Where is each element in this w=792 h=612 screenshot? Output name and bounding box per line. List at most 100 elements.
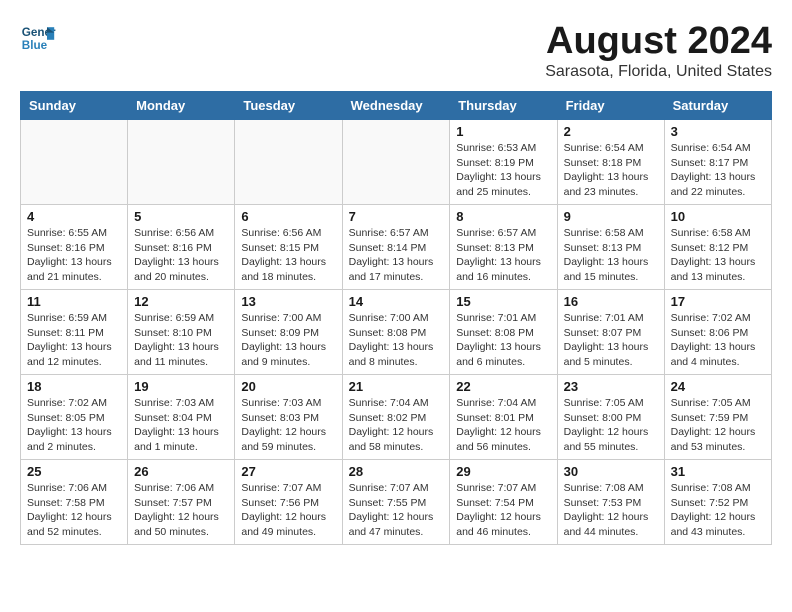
day-info: Sunrise: 7:01 AM Sunset: 8:08 PM Dayligh… — [456, 311, 550, 370]
day-info: Sunrise: 6:57 AM Sunset: 8:13 PM Dayligh… — [456, 226, 550, 285]
calendar-cell: 12Sunrise: 6:59 AM Sunset: 8:10 PM Dayli… — [128, 290, 235, 375]
calendar-table: SundayMondayTuesdayWednesdayThursdayFrid… — [20, 91, 772, 545]
calendar-cell: 18 Sunrise: 7:02 AM Sunset: 8:05 PM Dayli… — [21, 375, 128, 460]
day-number: 27 — [241, 464, 335, 479]
weekday-header-tuesday: Tuesday — [235, 92, 342, 120]
day-info: Sunrise: 7:04 AM Sunset: 8:01 PM Dayligh… — [456, 396, 550, 455]
week-row-1: 1 Sunrise: 6:53 AM Sunset: 8:19 PM Daylig… — [21, 120, 772, 205]
calendar-cell: 29 Sunrise: 7:07 AM Sunset: 7:54 PM Dayli… — [450, 460, 557, 545]
calendar-cell — [21, 120, 128, 205]
day-number: 17 — [671, 294, 765, 309]
day-number: 7 — [349, 209, 444, 224]
logo-icon: General Blue — [20, 20, 56, 56]
calendar-cell — [128, 120, 235, 205]
day-number: 5 — [134, 209, 228, 224]
calendar-cell: 24 Sunrise: 7:05 AM Sunset: 7:59 PM Dayli… — [664, 375, 771, 460]
calendar-cell: 8 Sunrise: 6:57 AM Sunset: 8:13 PM Daylig… — [450, 205, 557, 290]
day-info: Sunrise: 6:54 AM Sunset: 8:17 PM Dayligh… — [671, 141, 765, 200]
day-info: Sunrise: 7:07 AM Sunset: 7:55 PM Dayligh… — [349, 481, 444, 540]
day-number: 14 — [349, 294, 444, 309]
day-info: Sunrise: 7:06 AM Sunset: 7:57 PM Dayligh… — [134, 481, 228, 540]
calendar-cell: 16Sunrise: 7:01 AM Sunset: 8:07 PM Dayli… — [557, 290, 664, 375]
weekday-header-monday: Monday — [128, 92, 235, 120]
weekday-header-saturday: Saturday — [664, 92, 771, 120]
day-number: 23 — [564, 379, 658, 394]
day-info: Sunrise: 7:07 AM Sunset: 7:54 PM Dayligh… — [456, 481, 550, 540]
calendar-cell — [235, 120, 342, 205]
page-header: General Blue August 2024 Sarasota, Flori… — [20, 20, 772, 81]
calendar-cell: 17 Sunrise: 7:02 AM Sunset: 8:06 PM Dayli… — [664, 290, 771, 375]
day-number: 4 — [27, 209, 121, 224]
day-number: 21 — [349, 379, 444, 394]
day-info: Sunrise: 7:00 AM Sunset: 8:08 PM Dayligh… — [349, 311, 444, 370]
calendar-cell: 25 Sunrise: 7:06 AM Sunset: 7:58 PM Dayli… — [21, 460, 128, 545]
day-info: Sunrise: 7:02 AM Sunset: 8:06 PM Dayligh… — [671, 311, 765, 370]
calendar-cell: 13Sunrise: 7:00 AM Sunset: 8:09 PM Dayli… — [235, 290, 342, 375]
calendar-cell: 11Sunrise: 6:59 AM Sunset: 8:11 PM Dayli… — [21, 290, 128, 375]
calendar-cell: 28 Sunrise: 7:07 AM Sunset: 7:55 PM Dayli… — [342, 460, 450, 545]
week-row-3: 11Sunrise: 6:59 AM Sunset: 8:11 PM Dayli… — [21, 290, 772, 375]
calendar-cell: 7 Sunrise: 6:57 AM Sunset: 8:14 PM Daylig… — [342, 205, 450, 290]
weekday-header-thursday: Thursday — [450, 92, 557, 120]
calendar-cell: 1 Sunrise: 6:53 AM Sunset: 8:19 PM Daylig… — [450, 120, 557, 205]
day-info: Sunrise: 6:56 AM Sunset: 8:15 PM Dayligh… — [241, 226, 335, 285]
weekday-header-row: SundayMondayTuesdayWednesdayThursdayFrid… — [21, 92, 772, 120]
calendar-cell: 19 Sunrise: 7:03 AM Sunset: 8:04 PM Dayli… — [128, 375, 235, 460]
calendar-cell: 26 Sunrise: 7:06 AM Sunset: 7:57 PM Dayli… — [128, 460, 235, 545]
calendar-cell: 21 Sunrise: 7:04 AM Sunset: 8:02 PM Dayli… — [342, 375, 450, 460]
calendar-cell: 6Sunrise: 6:56 AM Sunset: 8:15 PM Daylig… — [235, 205, 342, 290]
day-number: 22 — [456, 379, 550, 394]
calendar-cell: 22 Sunrise: 7:04 AM Sunset: 8:01 PM Dayli… — [450, 375, 557, 460]
weekday-header-friday: Friday — [557, 92, 664, 120]
day-number: 2 — [564, 124, 658, 139]
calendar-cell: 27 Sunrise: 7:07 AM Sunset: 7:56 PM Dayli… — [235, 460, 342, 545]
day-info: Sunrise: 7:08 AM Sunset: 7:53 PM Dayligh… — [564, 481, 658, 540]
day-info: Sunrise: 7:06 AM Sunset: 7:58 PM Dayligh… — [27, 481, 121, 540]
day-number: 19 — [134, 379, 228, 394]
day-number: 8 — [456, 209, 550, 224]
day-info: Sunrise: 7:05 AM Sunset: 8:00 PM Dayligh… — [564, 396, 658, 455]
day-info: Sunrise: 6:54 AM Sunset: 8:18 PM Dayligh… — [564, 141, 658, 200]
day-number: 25 — [27, 464, 121, 479]
day-number: 26 — [134, 464, 228, 479]
calendar-cell: 10Sunrise: 6:58 AM Sunset: 8:12 PM Dayli… — [664, 205, 771, 290]
svg-text:Blue: Blue — [22, 39, 48, 52]
day-info: Sunrise: 6:59 AM Sunset: 8:10 PM Dayligh… — [134, 311, 228, 370]
day-number: 16 — [564, 294, 658, 309]
calendar-cell: 20Sunrise: 7:03 AM Sunset: 8:03 PM Dayli… — [235, 375, 342, 460]
title-block: August 2024 Sarasota, Florida, United St… — [545, 20, 772, 81]
day-number: 13 — [241, 294, 335, 309]
calendar-cell: 14 Sunrise: 7:00 AM Sunset: 8:08 PM Dayli… — [342, 290, 450, 375]
calendar-cell: 15Sunrise: 7:01 AM Sunset: 8:08 PM Dayli… — [450, 290, 557, 375]
calendar-cell — [342, 120, 450, 205]
day-number: 30 — [564, 464, 658, 479]
day-info: Sunrise: 6:56 AM Sunset: 8:16 PM Dayligh… — [134, 226, 228, 285]
day-info: Sunrise: 6:57 AM Sunset: 8:14 PM Dayligh… — [349, 226, 444, 285]
day-info: Sunrise: 6:59 AM Sunset: 8:11 PM Dayligh… — [27, 311, 121, 370]
calendar-cell: 23 Sunrise: 7:05 AM Sunset: 8:00 PM Dayli… — [557, 375, 664, 460]
day-info: Sunrise: 7:02 AM Sunset: 8:05 PM Dayligh… — [27, 396, 121, 455]
day-number: 29 — [456, 464, 550, 479]
day-info: Sunrise: 7:05 AM Sunset: 7:59 PM Dayligh… — [671, 396, 765, 455]
day-number: 18 — [27, 379, 121, 394]
day-number: 3 — [671, 124, 765, 139]
day-info: Sunrise: 6:58 AM Sunset: 8:13 PM Dayligh… — [564, 226, 658, 285]
day-info: Sunrise: 6:58 AM Sunset: 8:12 PM Dayligh… — [671, 226, 765, 285]
month-title: August 2024 — [545, 20, 772, 63]
day-info: Sunrise: 6:55 AM Sunset: 8:16 PM Dayligh… — [27, 226, 121, 285]
day-number: 28 — [349, 464, 444, 479]
day-number: 31 — [671, 464, 765, 479]
day-info: Sunrise: 7:08 AM Sunset: 7:52 PM Dayligh… — [671, 481, 765, 540]
week-row-4: 18 Sunrise: 7:02 AM Sunset: 8:05 PM Dayli… — [21, 375, 772, 460]
day-number: 9 — [564, 209, 658, 224]
day-info: Sunrise: 7:03 AM Sunset: 8:04 PM Dayligh… — [134, 396, 228, 455]
calendar-cell: 9 Sunrise: 6:58 AM Sunset: 8:13 PM Daylig… — [557, 205, 664, 290]
weekday-header-sunday: Sunday — [21, 92, 128, 120]
day-number: 24 — [671, 379, 765, 394]
day-info: Sunrise: 7:04 AM Sunset: 8:02 PM Dayligh… — [349, 396, 444, 455]
day-info: Sunrise: 7:07 AM Sunset: 7:56 PM Dayligh… — [241, 481, 335, 540]
day-number: 1 — [456, 124, 550, 139]
day-info: Sunrise: 6:53 AM Sunset: 8:19 PM Dayligh… — [456, 141, 550, 200]
calendar-cell: 5 Sunrise: 6:56 AM Sunset: 8:16 PM Daylig… — [128, 205, 235, 290]
calendar-cell: 31 Sunrise: 7:08 AM Sunset: 7:52 PM Dayli… — [664, 460, 771, 545]
